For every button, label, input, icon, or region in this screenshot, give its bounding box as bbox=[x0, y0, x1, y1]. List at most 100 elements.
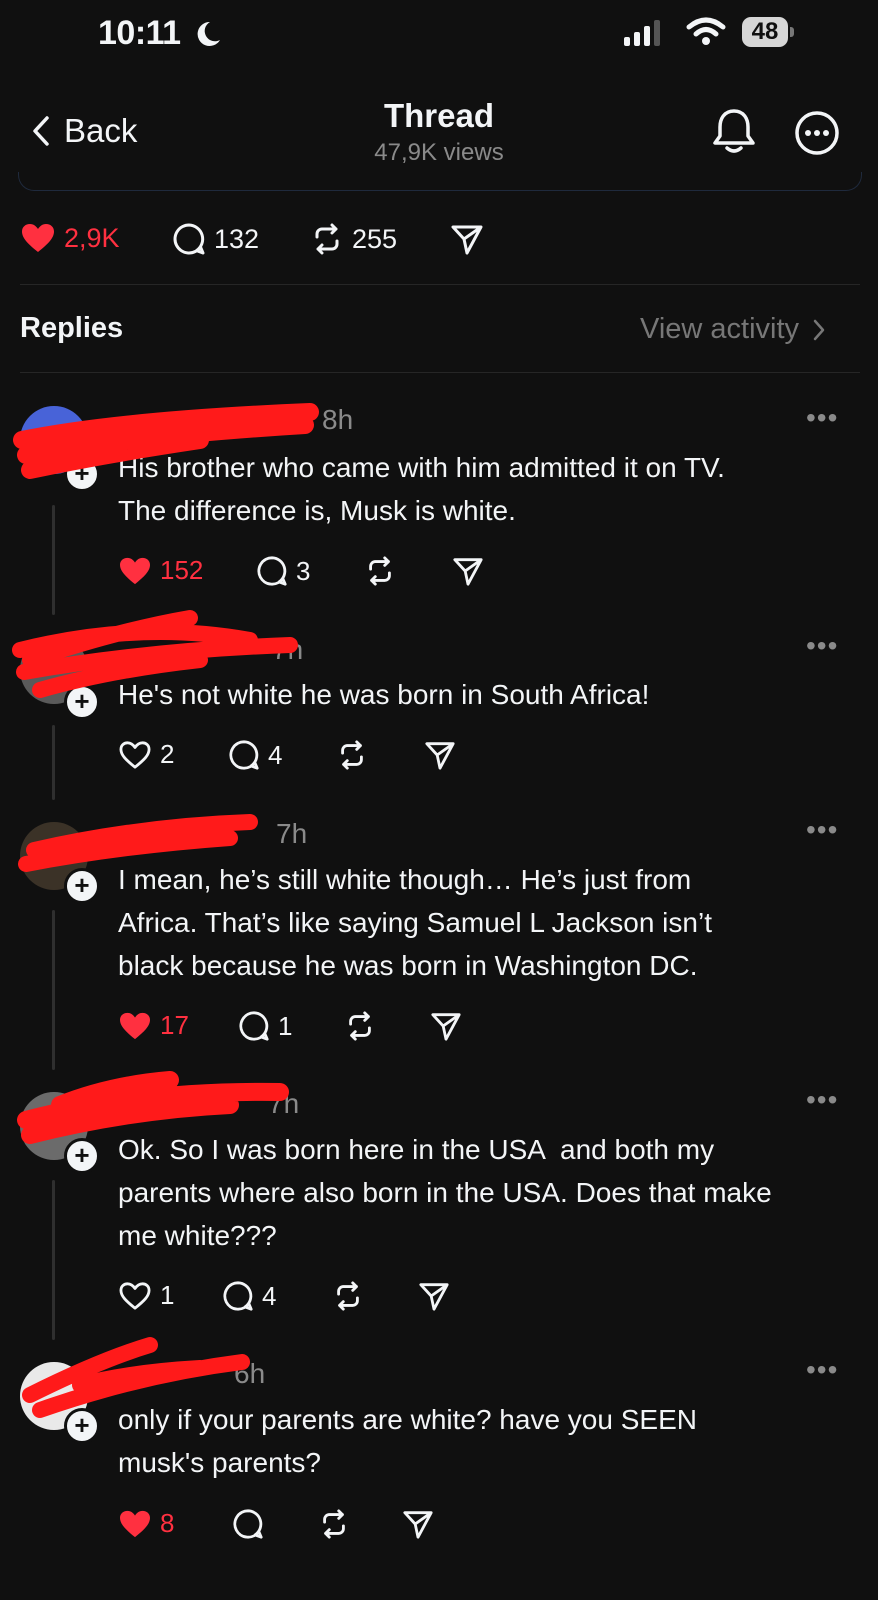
divider bbox=[20, 372, 860, 373]
share-icon[interactable] bbox=[402, 1508, 434, 1540]
signal-icon bbox=[624, 20, 660, 46]
share-icon[interactable] bbox=[452, 555, 484, 587]
heart-icon bbox=[118, 1011, 152, 1041]
view-activity-label: View activity bbox=[640, 313, 800, 345]
reply-text: I mean, he’s still white though… He’s ju… bbox=[118, 858, 848, 987]
reply-comment-count: 1 bbox=[278, 1010, 293, 1041]
reply-comment-button[interactable]: 3 bbox=[256, 555, 310, 587]
comment-icon bbox=[222, 1280, 254, 1312]
repost-icon[interactable] bbox=[364, 555, 396, 587]
status-time: 10:11 bbox=[98, 14, 181, 52]
share-icon[interactable] bbox=[418, 1280, 450, 1312]
view-activity-link[interactable]: View activity bbox=[640, 313, 825, 346]
heart-icon bbox=[118, 556, 152, 586]
comment-icon[interactable] bbox=[232, 1508, 264, 1540]
replies-label: Replies bbox=[20, 312, 124, 344]
divider bbox=[20, 284, 860, 285]
bell-icon[interactable] bbox=[712, 108, 756, 154]
reply-username[interactable]: ...k bbox=[118, 818, 155, 850]
reply-like-button[interactable]: 1 bbox=[118, 1280, 174, 1311]
comment-icon bbox=[238, 1010, 270, 1042]
reply-username[interactable]: ...oyster bbox=[118, 404, 218, 436]
reply-like-button[interactable]: 17 bbox=[118, 1010, 189, 1041]
back-button[interactable]: Back bbox=[32, 112, 137, 150]
comment-icon bbox=[172, 222, 206, 256]
heart-icon bbox=[118, 1509, 152, 1539]
repost-icon bbox=[310, 222, 344, 256]
reply-text: only if your parents are white? have you… bbox=[118, 1398, 848, 1484]
more-options-icon[interactable] bbox=[794, 110, 840, 156]
back-label: Back bbox=[64, 112, 138, 149]
comment-icon bbox=[256, 555, 288, 587]
reply-comment-button[interactable]: 4 bbox=[222, 1280, 276, 1312]
reply-like-button[interactable]: 2 bbox=[118, 739, 174, 770]
post-comment-button[interactable]: 132 bbox=[172, 222, 259, 256]
repost-icon[interactable] bbox=[344, 1010, 376, 1042]
reply-timestamp: 7h bbox=[268, 1088, 300, 1119]
heart-outline-icon bbox=[118, 1281, 152, 1311]
reply-more-button[interactable]: ••• bbox=[806, 630, 838, 662]
reply-text: His brother who came with him admitted i… bbox=[118, 446, 848, 532]
reply-like-count: 2 bbox=[160, 739, 175, 769]
reply-more-button[interactable]: ••• bbox=[806, 814, 838, 846]
reply-like-button[interactable]: 152 bbox=[118, 555, 203, 586]
follow-plus-button[interactable]: + bbox=[64, 868, 100, 904]
post-repost-button[interactable]: 255 bbox=[310, 222, 397, 256]
reply-text-line: parents where also born in the USA. Does… bbox=[118, 1177, 772, 1208]
share-icon[interactable] bbox=[424, 739, 456, 771]
reply-text-line: me white??? bbox=[118, 1220, 277, 1251]
battery-icon: 48 bbox=[742, 17, 794, 47]
follow-plus-button[interactable]: + bbox=[64, 1408, 100, 1444]
reply-username[interactable]: ...e_ii bbox=[118, 1088, 185, 1120]
follow-plus-button[interactable]: + bbox=[64, 456, 100, 492]
reply-text-line: The difference is, Musk is white. bbox=[118, 495, 516, 526]
chevron-right-icon bbox=[813, 319, 825, 341]
reply-timestamp: 7h bbox=[272, 634, 304, 665]
post-like-button[interactable]: 2,9K bbox=[20, 222, 120, 254]
reply-comment-count: 3 bbox=[296, 555, 311, 586]
reply-text-line: His brother who came with him admitted i… bbox=[118, 452, 725, 483]
repost-icon[interactable] bbox=[318, 1508, 350, 1540]
share-icon[interactable] bbox=[430, 1010, 462, 1042]
thread-line bbox=[52, 725, 55, 800]
reply-timestamp: 7h bbox=[276, 818, 308, 849]
back-chevron-icon bbox=[32, 115, 50, 147]
post-repost-count: 255 bbox=[352, 223, 398, 254]
repost-icon[interactable] bbox=[332, 1280, 364, 1312]
reply-username[interactable]: ...ar bbox=[118, 1358, 166, 1390]
reply-comment-count: 4 bbox=[268, 739, 283, 770]
follow-plus-button[interactable]: + bbox=[64, 1138, 100, 1174]
reply-comment-count: 4 bbox=[262, 1280, 277, 1311]
follow-plus-button[interactable]: + bbox=[64, 684, 100, 720]
post-comment-count: 132 bbox=[214, 223, 260, 254]
reply-comment-button[interactable]: 1 bbox=[238, 1010, 292, 1042]
thread-line bbox=[52, 505, 55, 615]
reply-like-button[interactable]: 8 bbox=[118, 1508, 174, 1539]
reply-timestamp: 6h bbox=[234, 1358, 266, 1389]
repost-icon[interactable] bbox=[336, 739, 368, 771]
moon-icon bbox=[196, 20, 222, 48]
reply-text: He's not white he was born in South Afri… bbox=[118, 673, 848, 716]
reply-like-count: 152 bbox=[160, 555, 204, 585]
reply-text-line: black because he was born in Washington … bbox=[118, 950, 698, 981]
thread-line bbox=[52, 1180, 55, 1340]
reply-more-button[interactable]: ••• bbox=[806, 402, 838, 434]
reply-comment-button[interactable]: 4 bbox=[228, 739, 282, 771]
heart-icon bbox=[20, 222, 56, 254]
reply-like-count: 1 bbox=[160, 1280, 175, 1310]
reply-text-line: I mean, he’s still white though… He’s ju… bbox=[118, 864, 692, 895]
page-title: Thread bbox=[383, 97, 495, 134]
post-like-count: 2,9K bbox=[64, 222, 120, 253]
reply-text-line: He's not white he was born in South Afri… bbox=[118, 679, 650, 710]
post-share-button[interactable] bbox=[450, 222, 484, 256]
wifi-icon bbox=[686, 16, 726, 46]
reply-username[interactable]: ..._ bbox=[118, 634, 157, 666]
comment-icon bbox=[228, 739, 260, 771]
reply-text-line: Africa. That’s like saying Samuel L Jack… bbox=[118, 907, 712, 938]
reply-text-line: musk's parents? bbox=[118, 1447, 321, 1478]
reply-like-count: 17 bbox=[160, 1010, 189, 1040]
reply-more-button[interactable]: ••• bbox=[806, 1354, 838, 1386]
reply-text-line: Ok. So I was born here in the USA and bo… bbox=[118, 1134, 715, 1165]
view-count: 47,9K views bbox=[374, 139, 504, 166]
reply-more-button[interactable]: ••• bbox=[806, 1084, 838, 1116]
